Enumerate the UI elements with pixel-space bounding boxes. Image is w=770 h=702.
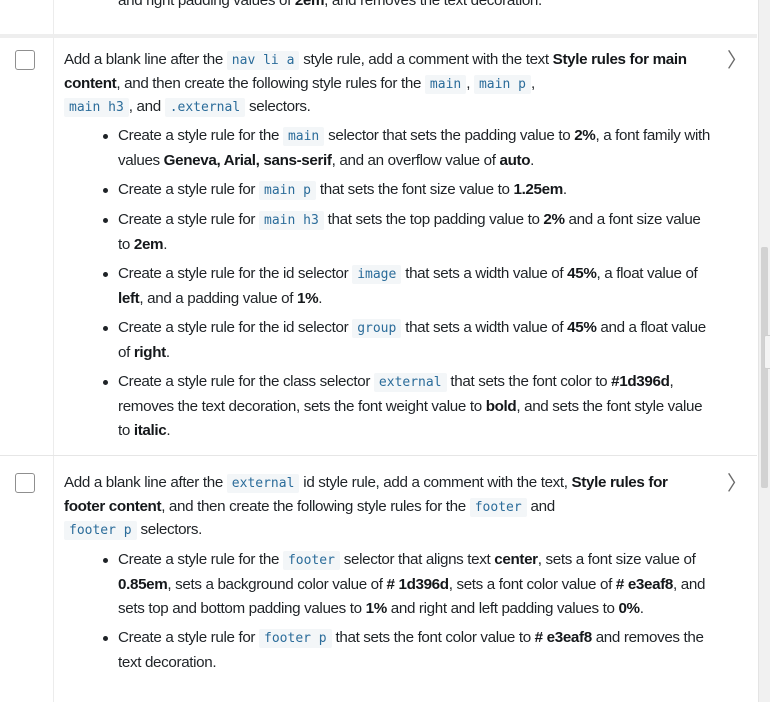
code-snippet: main p [473,74,531,94]
task-checkbox[interactable] [15,50,35,70]
code-snippet: footer p [259,629,332,648]
code-snippet: main h3 [259,211,324,230]
code-snippet: image [352,265,402,284]
code-snippet: nav li a [226,51,300,70]
code-snippet: group [352,319,402,338]
code-snippet: main h3 [64,98,129,117]
task-bullet-list: Create a style rule for the main selecto… [100,124,712,448]
code-snippet: main p [259,181,316,200]
code-snippet: footer [469,497,527,517]
task-item-footer-styles: 〉 Add a blank line after the external id… [0,456,757,702]
previous-task-text: and right padding values of 2em, and rem… [118,0,542,9]
code-snippet: main [282,127,325,146]
list-item: Create a style rule for the class select… [100,370,712,443]
resize-grip-handle[interactable] [764,335,770,369]
list-item: Create a style rule for the footer selec… [100,548,712,621]
column-divider [53,0,54,34]
code-snippet: external [226,474,300,493]
task-bullet-list: Create a style rule for the footer selec… [100,548,712,680]
list-item: Create a style rule for main h3 that set… [100,208,712,257]
code-snippet: footer [282,551,340,570]
task-checkbox[interactable] [15,473,35,493]
list-item: Create a style rule for the main selecto… [100,124,712,173]
code-snippet: footer p [64,521,137,540]
code-snippet: external [373,373,447,392]
list-item: Create a style rule for the id selector … [100,262,712,311]
list-item: Create a style rule for main p that sets… [100,178,712,203]
task-previous: and right padding values of 2em, and rem… [0,0,757,38]
task-description: Add a blank line after the nav li a styl… [64,51,687,117]
code-snippet: main [424,74,467,94]
chevron-right-icon[interactable]: 〉 [727,50,747,70]
list-item: Create a style rule for the id selector … [100,316,712,365]
list-item: Create a style rule for footer p that se… [100,626,712,675]
column-divider [53,37,54,455]
code-snippet: .external [164,98,246,117]
column-divider [53,456,54,702]
task-description: Add a blank line after the external id s… [64,474,668,540]
chevron-right-icon[interactable]: 〉 [727,473,747,493]
task-item-main-styles: 〉 Add a blank line after the nav li a st… [0,37,757,456]
task-list: and right padding values of 2em, and rem… [0,0,757,702]
